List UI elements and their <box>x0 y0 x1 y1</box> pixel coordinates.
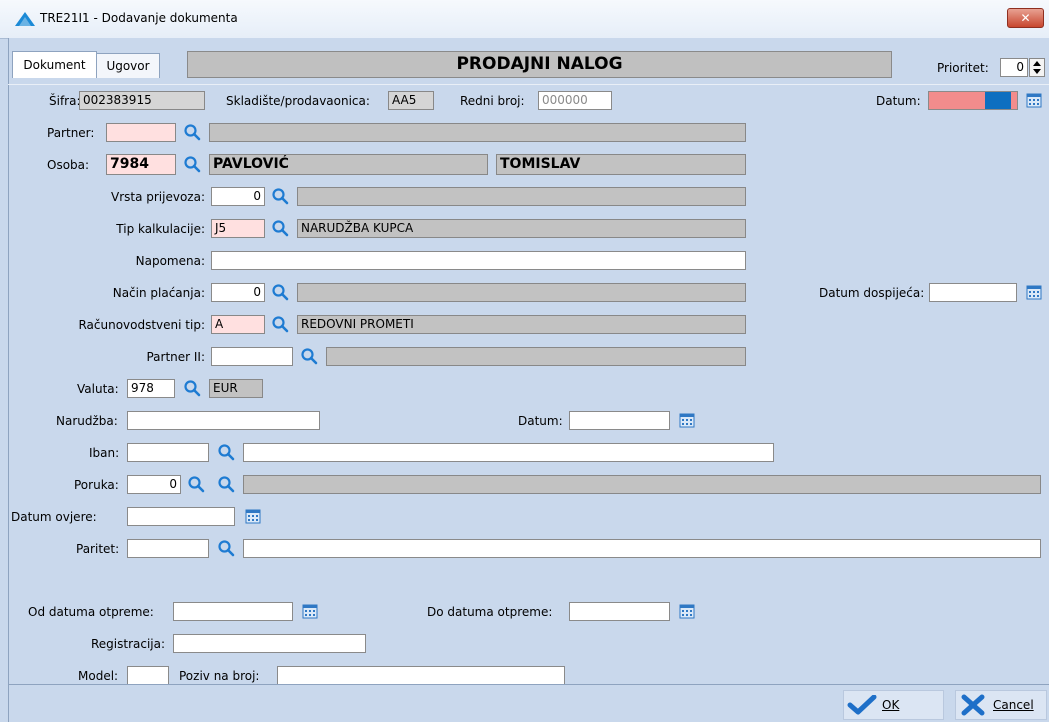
napomena-input[interactable] <box>211 251 746 270</box>
calendar-icon[interactable] <box>679 603 695 619</box>
partner-ii-label: Partner II: <box>146 350 205 364</box>
search-icon[interactable] <box>183 379 201 397</box>
search-icon[interactable] <box>183 123 201 141</box>
bottom-divider <box>8 684 1049 685</box>
vrsta-prijevoza-label: Vrsta prijevoza: <box>110 190 205 204</box>
calendar-icon[interactable] <box>1026 92 1042 108</box>
tab-dokument[interactable]: Dokument <box>12 51 97 78</box>
search-icon[interactable] <box>271 315 289 333</box>
poziv-na-broj-label: Poziv na broj: <box>179 669 260 683</box>
cancel-button[interactable]: Cancel <box>955 690 1047 720</box>
cancel-x-icon <box>961 694 985 716</box>
datum-ovjere-label: Datum ovjere: <box>11 510 97 524</box>
tip-kalkulacije-desc: NARUDŽBA KUPCA <box>297 219 746 238</box>
paritet-code-input[interactable] <box>127 539 209 558</box>
iban-code-input[interactable] <box>127 443 209 462</box>
osoba-code-input[interactable]: 7984 <box>106 154 176 175</box>
racunovodstveni-tip-label: Računovodstveni tip: <box>78 318 205 332</box>
datum-narudzbe-label: Datum: <box>518 414 563 428</box>
vrsta-prijevoza-input[interactable]: 0 <box>211 187 265 206</box>
nacin-placanja-label: Način plaćanja: <box>112 286 205 300</box>
ok-label: OK <box>882 698 900 712</box>
iban-label: Iban: <box>89 446 120 460</box>
poruka-code-input[interactable]: 0 <box>127 475 181 494</box>
sifra-label: Šifra: <box>49 94 81 108</box>
skladiste-field: AA5 <box>388 91 434 110</box>
calendar-icon[interactable] <box>1026 284 1042 300</box>
datum-ovjere-input[interactable] <box>127 507 235 526</box>
cancel-label: Cancel <box>993 698 1034 712</box>
tip-kalkulacije-input[interactable]: J5 <box>211 219 265 238</box>
datum-field[interactable] <box>928 91 1018 110</box>
datum-dospijeca-input[interactable] <box>929 283 1017 302</box>
sifra-field: 002383915 <box>79 91 205 110</box>
osoba-firstname-field: TOMISLAV <box>496 154 746 175</box>
iban-input[interactable] <box>243 443 774 462</box>
prioritet-input[interactable]: 0 <box>1000 58 1028 77</box>
window-title: TRE21I1 - Dodavanje dokumenta <box>40 11 238 25</box>
valuta-label: Valuta: <box>77 382 119 396</box>
vrsta-prijevoza-desc <box>297 187 746 206</box>
nacin-placanja-input[interactable]: 0 <box>211 283 265 302</box>
skladiste-label: Skladište/prodavaonica: <box>226 94 370 108</box>
calendar-icon[interactable] <box>679 412 695 428</box>
model-label: Model: <box>78 669 119 683</box>
prioritet-label: Prioritet: <box>937 61 989 75</box>
narudzba-input[interactable] <box>127 411 320 430</box>
poziv-na-broj-input[interactable] <box>277 666 565 685</box>
osoba-label: Osoba: <box>47 158 90 172</box>
calendar-icon[interactable] <box>302 603 318 619</box>
title-bar: TRE21I1 - Dodavanje dokumenta ✕ <box>0 0 1049 39</box>
napomena-label: Napomena: <box>135 254 205 268</box>
paritet-label: Paritet: <box>76 542 120 556</box>
do-datuma-otpreme-input[interactable] <box>569 602 670 621</box>
redni-broj-label: Redni broj: <box>460 94 525 108</box>
search-icon[interactable] <box>183 155 201 173</box>
partner-name-field <box>209 123 746 142</box>
search-icon[interactable] <box>271 187 289 205</box>
racunovodstveni-tip-desc: REDOVNI PROMETI <box>297 315 746 334</box>
poruka-desc <box>243 475 1041 494</box>
document-type-banner: PRODAJNI NALOG <box>187 51 892 78</box>
search-icon[interactable] <box>217 539 235 557</box>
do-datuma-otpreme-label: Do datuma otpreme: <box>427 605 553 619</box>
search-icon[interactable] <box>271 219 289 237</box>
model-input[interactable] <box>127 666 169 685</box>
datum-dospijeca-label: Datum dospijeća: <box>819 286 925 300</box>
redni-broj-field[interactable]: 000000 <box>538 91 612 110</box>
tab-ugovor[interactable]: Ugovor <box>96 53 160 78</box>
datum-selection <box>985 92 1011 109</box>
search-icon[interactable] <box>217 443 235 461</box>
datum-narudzbe-input[interactable] <box>569 411 670 430</box>
datum-label: Datum: <box>876 94 921 108</box>
registracija-label: Registracija: <box>91 637 166 651</box>
tip-kalkulacije-label: Tip kalkulacije: <box>116 222 205 236</box>
valuta-desc: EUR <box>209 379 263 398</box>
partner-ii-input[interactable] <box>211 347 293 366</box>
prioritet-spinner[interactable] <box>1029 58 1045 77</box>
ok-button[interactable]: OK <box>843 690 944 720</box>
registracija-input[interactable] <box>173 634 366 653</box>
racunovodstveni-tip-input[interactable]: A <box>211 315 265 334</box>
divider <box>8 84 1049 85</box>
nacin-placanja-desc <box>297 283 746 302</box>
poruka-label: Poruka: <box>74 478 119 492</box>
close-button[interactable]: ✕ <box>1007 8 1044 28</box>
search-icon[interactable] <box>217 475 235 493</box>
app-logo-icon <box>15 12 35 26</box>
calendar-icon[interactable] <box>245 508 261 524</box>
partner-code-input[interactable] <box>106 123 176 142</box>
checkmark-icon <box>847 695 877 715</box>
search-icon[interactable] <box>300 347 318 365</box>
od-datuma-otpreme-label: Od datuma otpreme: <box>28 605 154 619</box>
od-datuma-otpreme-input[interactable] <box>173 602 293 621</box>
search-icon[interactable] <box>187 475 205 493</box>
paritet-input[interactable] <box>243 539 1041 558</box>
narudzba-label: Narudžba: <box>56 414 118 428</box>
partner-ii-desc <box>326 347 746 366</box>
partner-label: Partner: <box>47 126 95 140</box>
valuta-input[interactable]: 978 <box>127 379 175 398</box>
search-icon[interactable] <box>271 283 289 301</box>
osoba-surname-field: PAVLOVIĆ <box>209 154 488 175</box>
